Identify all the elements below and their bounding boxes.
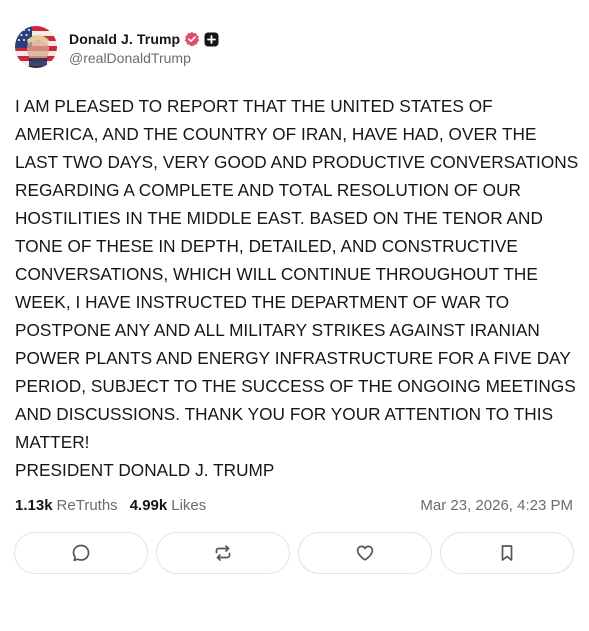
avatar[interactable] [15,26,57,68]
truth-post: Donald J. Trump @realDonaldTrump I AM PL… [0,0,589,631]
post-actions [14,532,574,574]
heart-icon [356,545,374,561]
likes-label[interactable]: Likes [171,497,206,514]
reply-bubble-icon [72,544,90,562]
name-row: Donald J. Trump [69,28,219,50]
post-body-text: I AM PLEASED TO REPORT THAT THE UNITED S… [15,96,579,480]
retruth-arrows-icon [215,545,231,561]
author-names: Donald J. Trump @realDonaldTrump [69,28,219,66]
like-button[interactable] [298,532,432,574]
plus-badge-icon [204,32,219,47]
retruth-button[interactable] [156,532,290,574]
post-stats: 1.13k ReTruths 4.99k Likes Mar 23, 2026,… [15,494,573,516]
likes-count[interactable]: 4.99k [130,497,168,514]
bookmark-button[interactable] [440,532,574,574]
author-handle[interactable]: @realDonaldTrump [69,50,219,66]
retruths-label[interactable]: ReTruths [57,497,118,514]
author-display-name[interactable]: Donald J. Trump [69,31,180,47]
post-timestamp[interactable]: Mar 23, 2026, 4:23 PM [420,497,573,514]
avatar-image [15,26,57,68]
retruths-count[interactable]: 1.13k [15,497,53,514]
verified-badge-icon [184,31,200,47]
reply-button[interactable] [14,532,148,574]
post-header: Donald J. Trump @realDonaldTrump [15,25,219,69]
bookmark-icon [501,545,513,561]
